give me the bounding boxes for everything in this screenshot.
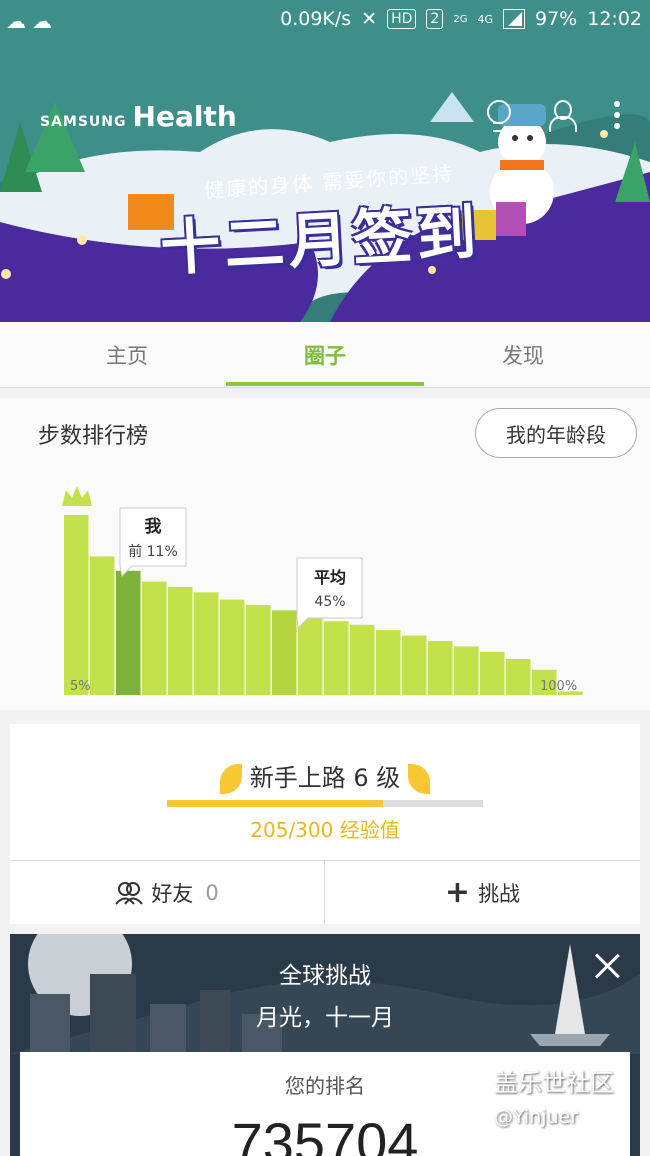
chart-bar [90,556,115,695]
header-banner: SAMSUNG Health 健康的身体 需要你的坚持 十二月签到 [0,42,650,322]
tab-home[interactable]: 主页 [28,322,226,388]
tab-circle[interactable]: 圈子 [226,322,424,388]
chart-bar [324,621,349,695]
chat-notification-icon: ☁ [6,9,26,33]
chart-bar [454,646,479,695]
brand-health: Health [132,100,237,133]
brand-samsung: SAMSUNG [40,114,127,130]
axis-right-label: 100% [540,679,577,694]
me-label: 我 [145,517,162,537]
challenge-title: 全球挑战 [279,963,371,989]
clock: 12:02 [587,8,642,30]
level-progress-bar [167,800,483,807]
chart-bar [350,624,375,695]
axis-left-label: 5% [70,679,91,694]
lightbulb-icon[interactable] [486,100,511,132]
watermark: 盖乐世社区 @Yinjuer [494,1066,614,1134]
app-logo: SAMSUNG Health [40,100,237,133]
signal-icon [503,9,525,29]
person-icon[interactable] [548,100,577,132]
chart-bar [64,515,89,695]
chart-bar [480,651,505,695]
level-title: 新手上路 6 级 [249,764,401,792]
me-rank: 前 11% [128,543,178,560]
friends-button[interactable]: 好友 0 [10,861,324,924]
age-group-button[interactable]: 我的年龄段 [475,408,637,458]
network-type-4g: 4G [477,12,493,26]
tab-discover[interactable]: 发现 [424,322,622,388]
hd-badge: HD [387,9,417,29]
friends-label: 好友 [151,881,194,906]
tab-bar: 主页 圈子 发现 [0,322,650,388]
chart-bar [142,581,167,695]
chart-bar [428,641,453,695]
friends-icon [115,881,144,905]
wechat-notification-icon: ☁ [32,9,52,33]
average-label: 平均 [314,568,346,587]
more-vertical-icon[interactable] [614,101,620,129]
crown-icon [62,486,92,506]
leaderboard-title: 步数排行榜 [38,424,149,449]
right-wing-icon [408,764,431,794]
chart-bar [402,635,427,695]
challenge-button[interactable]: + 挑战 [325,861,640,924]
banner-title[interactable]: 十二月签到 [158,184,482,288]
level-title-row: 新手上路 6 级 [10,758,640,794]
challenge-label: 挑战 [478,881,521,906]
left-wing-icon [219,764,242,794]
level-card: 新手上路 6 级 205/300 经验值 好友 0 + 挑战 [10,724,640,924]
battery-level: 97% [535,8,578,30]
chart-bar [168,587,193,695]
experience-text: 205/300 经验值 [250,818,400,842]
chart-bar [506,659,531,695]
status-bar: ☁ ☁ 0.09K/s ✕ HD 2 2G 4G 97% 12:02 [0,0,650,42]
average-value: 45% [314,594,345,610]
level-progress-fill [167,800,383,807]
plus-icon: + [444,874,471,910]
leaderboard-card: 我前 11% 平均 45% 5% 100% 步数排行榜 我的年龄段 [0,398,650,710]
friends-count: 0 [205,880,219,905]
chart-bar [220,599,245,695]
watermark-handle: @Yinjuer [494,1106,579,1128]
network-type-2g: 2G [453,13,468,25]
watermark-community: 盖乐世社区 [494,1069,614,1097]
challenge-subtitle: 月光，十一月 [256,1005,394,1031]
close-icon[interactable] [594,952,622,980]
chart-bar [298,615,323,695]
chart-bar [272,610,297,695]
network-speed: 0.09K/s [280,8,352,30]
sim-badge: 2 [426,9,444,29]
chart-bar [116,570,141,695]
chart-bar [246,605,271,695]
mute-icon: ✕ [361,8,378,30]
chart-bar [194,592,219,695]
chart-bar [376,630,401,695]
